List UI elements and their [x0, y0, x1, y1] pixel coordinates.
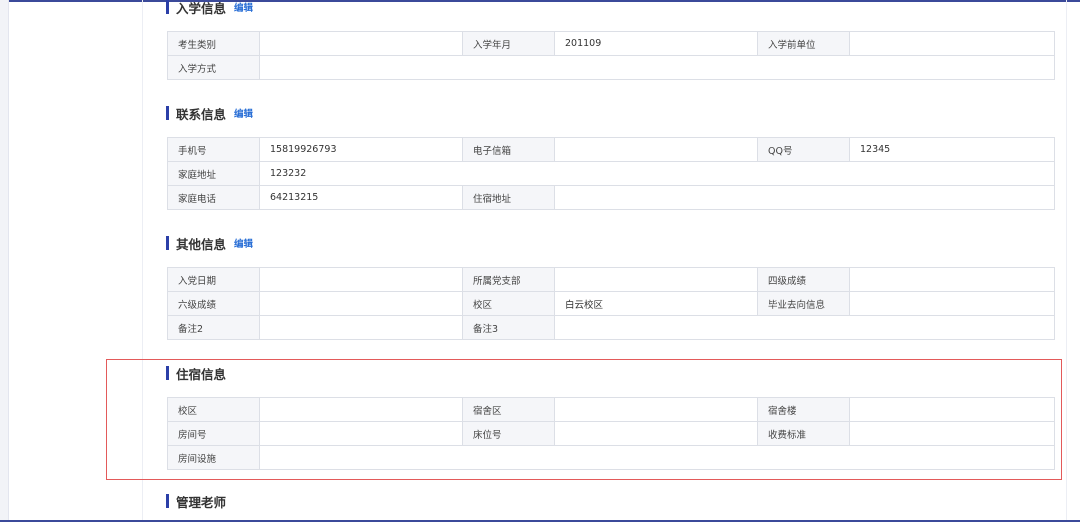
- table-row: 房间号 床位号 收费标准: [167, 421, 1055, 446]
- table-row: 入党日期 所属党支部 四级成绩: [167, 267, 1055, 292]
- field-value: [259, 397, 463, 422]
- field-value: [849, 421, 1055, 446]
- field-value: 201109: [554, 31, 758, 56]
- field-label: 校区: [462, 291, 555, 316]
- section-dorm-title: 住宿信息: [176, 366, 227, 382]
- field-label: 收费标准: [757, 421, 850, 446]
- field-label: 所属党支部: [462, 267, 555, 292]
- field-value: 15819926793: [259, 137, 463, 162]
- contact-table: 手机号 15819926793 电子信箱 QQ号 12345 家庭地址 1232…: [167, 137, 1055, 210]
- field-label: 入学年月: [462, 31, 555, 56]
- section-marker: [166, 106, 169, 120]
- edit-other-link[interactable]: 编辑: [234, 236, 253, 250]
- field-label: 毕业去向信息: [757, 291, 850, 316]
- field-label: 房间设施: [167, 445, 260, 470]
- field-label: 备注2: [167, 315, 260, 340]
- field-label: 电子信箱: [462, 137, 555, 162]
- field-label: 入党日期: [167, 267, 260, 292]
- field-value: [849, 267, 1055, 292]
- field-label: 家庭电话: [167, 185, 260, 210]
- field-label: 宿舍区: [462, 397, 555, 422]
- field-label: 考生类别: [167, 31, 260, 56]
- dorm-table: 校区 宿舍区 宿舍楼 房间号 床位号 收费标准 房间设施: [167, 397, 1055, 470]
- field-label: 住宿地址: [462, 185, 555, 210]
- table-row: 备注2 备注3: [167, 315, 1055, 340]
- field-value: [259, 291, 463, 316]
- section-enrollment-title: 入学信息: [176, 0, 227, 16]
- field-label: 手机号: [167, 137, 260, 162]
- field-value: [259, 315, 463, 340]
- section-marker: [166, 0, 169, 14]
- table-row: 家庭电话 64213215 住宿地址: [167, 185, 1055, 210]
- section-dorm-header: 住宿信息: [166, 364, 226, 382]
- field-label: 床位号: [462, 421, 555, 446]
- table-row: 房间设施: [167, 445, 1055, 470]
- table-row: 六级成绩 校区 白云校区 毕业去向信息: [167, 291, 1055, 316]
- field-value: [849, 291, 1055, 316]
- table-row: 考生类别 入学年月 201109 入学前单位: [167, 31, 1055, 56]
- section-teacher-title: 管理老师: [176, 494, 227, 510]
- section-other-title: 其他信息: [176, 236, 227, 252]
- field-label: 四级成绩: [757, 267, 850, 292]
- section-contact-header: 联系信息 编辑: [166, 104, 253, 122]
- section-marker: [166, 236, 169, 250]
- table-row: 校区 宿舍区 宿舍楼: [167, 397, 1055, 422]
- field-value: [259, 421, 463, 446]
- section-marker: [166, 366, 169, 380]
- table-row: 入学方式: [167, 55, 1055, 80]
- field-value: [259, 267, 463, 292]
- field-value: 123232: [259, 161, 1055, 186]
- field-value: [259, 55, 1055, 80]
- field-value: [849, 31, 1055, 56]
- other-table: 入党日期 所属党支部 四级成绩 六级成绩 校区 白云校区 毕业去向信息 备注2 …: [167, 267, 1055, 340]
- field-value: [554, 137, 758, 162]
- field-label: 家庭地址: [167, 161, 260, 186]
- field-value: [554, 185, 1055, 210]
- field-label: QQ号: [757, 137, 850, 162]
- edit-enrollment-link[interactable]: 编辑: [234, 0, 253, 14]
- student-info-content: 入学信息 编辑 考生类别 入学年月 201109 入学前单位 入学方式 联系信息…: [0, 0, 1080, 522]
- field-value: [849, 397, 1055, 422]
- field-value: [554, 421, 758, 446]
- section-marker: [166, 494, 169, 508]
- section-other-header: 其他信息 编辑: [166, 234, 253, 252]
- field-value: [554, 397, 758, 422]
- field-value: [554, 267, 758, 292]
- section-enrollment-header: 入学信息 编辑: [166, 0, 253, 16]
- field-label: 入学前单位: [757, 31, 850, 56]
- field-label: 校区: [167, 397, 260, 422]
- field-value: [259, 445, 1055, 470]
- edit-contact-link[interactable]: 编辑: [234, 106, 253, 120]
- section-contact-title: 联系信息: [176, 106, 227, 122]
- field-value: 白云校区: [554, 291, 758, 316]
- enrollment-table: 考生类别 入学年月 201109 入学前单位 入学方式: [167, 31, 1055, 80]
- field-value: [259, 31, 463, 56]
- field-label: 入学方式: [167, 55, 260, 80]
- table-row: 家庭地址 123232: [167, 161, 1055, 186]
- table-row: 手机号 15819926793 电子信箱 QQ号 12345: [167, 137, 1055, 162]
- field-value: 64213215: [259, 185, 463, 210]
- field-label: 宿舍楼: [757, 397, 850, 422]
- field-value: [554, 315, 1055, 340]
- field-label: 房间号: [167, 421, 260, 446]
- section-teacher-header: 管理老师: [166, 492, 226, 510]
- field-value: 12345: [849, 137, 1055, 162]
- field-label: 备注3: [462, 315, 555, 340]
- field-label: 六级成绩: [167, 291, 260, 316]
